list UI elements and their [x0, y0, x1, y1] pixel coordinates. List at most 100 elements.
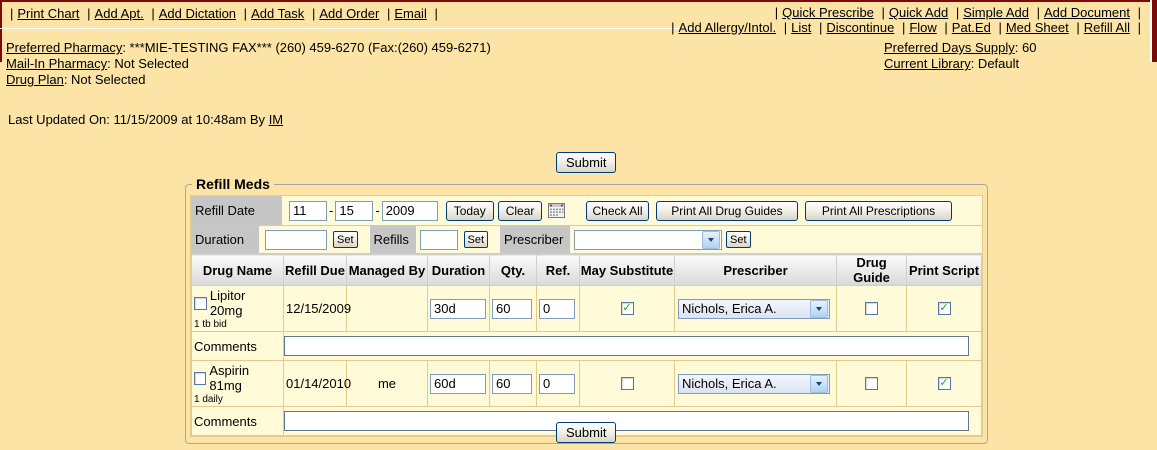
prescriber-set-button[interactable]: Set: [726, 231, 751, 248]
nav-discontinue[interactable]: Discontinue: [826, 20, 894, 35]
nav-add-task[interactable]: Add Task: [251, 6, 304, 21]
ref-input[interactable]: [539, 299, 575, 319]
refills-set-button[interactable]: Set: [464, 231, 489, 248]
may-substitute-checkbox[interactable]: ✓: [621, 302, 634, 315]
qty-input[interactable]: [492, 299, 532, 319]
prescriber-set-select[interactable]: [574, 230, 722, 250]
top-nav-left: |Print Chart |Add Apt. |Add Dictation |A…: [6, 6, 442, 21]
nav-add-allergy[interactable]: Add Allergy/Intol.: [679, 20, 777, 35]
nav-pat-ed[interactable]: Pat.Ed: [952, 20, 991, 35]
prescriber-set-label: Prescriber: [500, 226, 570, 253]
nav-add-order[interactable]: Add Order: [319, 6, 379, 21]
nav-print-chart[interactable]: Print Chart: [17, 6, 79, 21]
last-updated-by-link[interactable]: IM: [269, 112, 283, 127]
refill-month-input[interactable]: [289, 201, 327, 221]
table-header-row: Drug Name Refill Due Managed By Duration…: [192, 255, 982, 286]
nav-separator: |: [1076, 20, 1079, 35]
drug-select-checkbox[interactable]: [194, 297, 207, 310]
bulk-set-row: Duration Set Refills Set Prescriber Set: [191, 226, 982, 254]
frame-separator: [0, 28, 695, 29]
refills-set-input[interactable]: [420, 230, 458, 250]
nav-refill-all[interactable]: Refill All: [1084, 20, 1130, 35]
nav-quick-add[interactable]: Quick Add: [889, 5, 948, 20]
comments-row: Comments: [192, 332, 982, 361]
refill-day-input[interactable]: [335, 201, 373, 221]
calendar-icon[interactable]: [548, 203, 565, 218]
print-all-prescriptions-button[interactable]: Print All Prescriptions: [805, 201, 952, 221]
prescriber-select[interactable]: Nichols, Erica A.: [678, 374, 830, 394]
dropdown-arrow-icon: [702, 231, 720, 249]
days-supply-link[interactable]: Preferred Days Supply: [884, 40, 1015, 55]
prescriber-select[interactable]: Nichols, Erica A.: [678, 299, 830, 319]
nav-separator: |: [944, 20, 947, 35]
drug-name-cell: Aspirin 81mg 1 daily: [192, 361, 284, 407]
duration-set-input[interactable]: [265, 230, 327, 250]
nav-flow[interactable]: Flow: [909, 20, 936, 35]
bulk-actions: Check All Print All Drug Guides Print Al…: [586, 201, 952, 221]
submit-button-top[interactable]: Submit: [556, 152, 616, 173]
refill-year-input[interactable]: [382, 201, 438, 221]
drug-guide-checkbox[interactable]: [865, 302, 878, 315]
header-prescriber: Prescriber: [675, 255, 837, 286]
nav-add-apt[interactable]: Add Apt.: [95, 6, 144, 21]
managed-by-cell: me: [347, 361, 428, 407]
duration-input[interactable]: [430, 299, 486, 319]
comments-input[interactable]: [284, 411, 969, 431]
page: |Print Chart |Add Apt. |Add Dictation |A…: [0, 0, 1157, 450]
nav-simple-add[interactable]: Simple Add: [963, 5, 1029, 20]
header-refill-due: Refill Due: [284, 255, 347, 286]
drug-plan-value: : Not Selected: [64, 72, 146, 87]
print-all-drug-guides-button[interactable]: Print All Drug Guides: [656, 201, 798, 221]
supply-info: Preferred Days Supply: 60 Current Librar…: [884, 40, 1036, 72]
duration-input[interactable]: [430, 374, 486, 394]
dropdown-arrow-icon: [810, 300, 828, 318]
top-nav-right-line2: | Add Allergy/Intol. | List | Discontinue |…: [667, 20, 1145, 35]
duration-set-label: Duration: [191, 226, 259, 253]
preferred-pharmacy-link[interactable]: Preferred Pharmacy: [6, 40, 122, 55]
refill-due-cell: 12/15/2009: [284, 286, 347, 332]
header-drug-name: Drug Name: [192, 255, 284, 286]
top-nav-right-line1: |Quick Prescribe |Quick Add |Simple Add …: [667, 5, 1145, 20]
prescriber-value: Nichols, Erica A.: [679, 301, 809, 316]
nav-separator: |: [1138, 5, 1141, 20]
nav-separator: |: [434, 6, 437, 21]
nav-list[interactable]: List: [791, 20, 811, 35]
drug-sig: 1 tb bid: [194, 319, 281, 330]
drug-guide-checkbox[interactable]: [865, 377, 878, 390]
nav-email[interactable]: Email: [394, 6, 427, 21]
drug-plan-link[interactable]: Drug Plan: [6, 72, 64, 87]
nav-separator: |: [882, 5, 885, 20]
header-may-substitute: May Substitute: [580, 255, 675, 286]
print-script-checkbox[interactable]: ✓: [938, 377, 951, 390]
comments-label: Comments: [192, 332, 284, 361]
nav-separator: |: [902, 20, 905, 35]
days-supply-line: Preferred Days Supply: 60: [884, 40, 1036, 56]
check-all-button[interactable]: Check All: [586, 201, 649, 221]
drug-name-cell: Lipitor 20mg 1 tb bid: [192, 286, 284, 332]
frame-top-edge: [0, 0, 1157, 2]
frame-right-edge: [1152, 0, 1157, 62]
print-script-checkbox[interactable]: ✓: [938, 302, 951, 315]
header-duration: Duration: [428, 255, 490, 286]
qty-input[interactable]: [492, 374, 532, 394]
nav-med-sheet[interactable]: Med Sheet: [1006, 20, 1069, 35]
days-supply-value: : 60: [1015, 40, 1037, 55]
current-library-link[interactable]: Current Library: [884, 56, 971, 71]
may-substitute-checkbox[interactable]: [621, 377, 634, 390]
header-managed-by: Managed By: [347, 255, 428, 286]
ref-input[interactable]: [539, 374, 575, 394]
nav-separator: |: [819, 20, 822, 35]
last-updated-text: Last Updated On: 11/15/2009 at 10:48am B…: [8, 112, 265, 127]
comments-input[interactable]: [284, 336, 969, 356]
comments-label: Comments: [192, 407, 284, 436]
clear-button[interactable]: Clear: [498, 201, 543, 221]
today-button[interactable]: Today: [446, 201, 494, 221]
duration-set-button[interactable]: Set: [333, 231, 358, 248]
nav-add-document[interactable]: Add Document: [1044, 5, 1130, 20]
mail-in-pharmacy-link[interactable]: Mail-In Pharmacy: [6, 56, 107, 71]
drug-select-checkbox[interactable]: [194, 372, 206, 385]
nav-quick-prescribe[interactable]: Quick Prescribe: [782, 5, 874, 20]
nav-add-dictation[interactable]: Add Dictation: [159, 6, 236, 21]
submit-button-bottom[interactable]: Submit: [556, 422, 616, 443]
frame-left-edge: [0, 0, 2, 62]
